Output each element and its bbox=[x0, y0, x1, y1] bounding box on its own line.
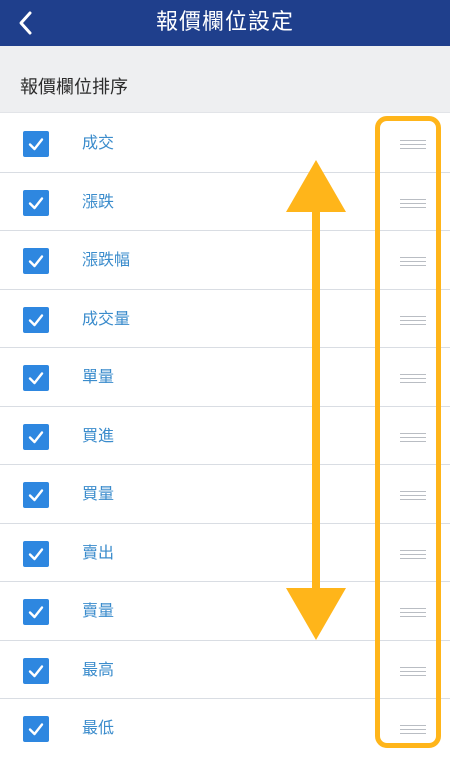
checkbox[interactable] bbox=[23, 131, 49, 157]
page-title: 報價欄位設定 bbox=[155, 10, 294, 35]
drag-handle-icon[interactable] bbox=[400, 607, 426, 617]
list-item[interactable]: 成交 bbox=[0, 114, 450, 173]
checkbox[interactable] bbox=[23, 248, 49, 274]
checkmark-icon bbox=[28, 430, 44, 443]
row-label: 成交量 bbox=[82, 308, 131, 328]
checkmark-icon bbox=[28, 606, 44, 619]
list-item[interactable]: 漲跌 bbox=[0, 172, 450, 231]
checkbox[interactable] bbox=[23, 189, 49, 216]
row-label: 買量 bbox=[82, 484, 115, 503]
list-item[interactable]: 成交量 bbox=[0, 289, 450, 348]
drag-handle-icon[interactable] bbox=[400, 139, 426, 149]
row-label: 買進 bbox=[82, 425, 115, 445]
row-label: 漲跌幅 bbox=[82, 250, 131, 269]
checkbox[interactable] bbox=[23, 716, 49, 742]
checkbox[interactable] bbox=[23, 599, 49, 625]
drag-handle-icon[interactable] bbox=[400, 724, 426, 734]
checkbox[interactable] bbox=[23, 540, 49, 567]
list-item[interactable]: 賣量 bbox=[0, 582, 450, 641]
checkbox[interactable] bbox=[23, 423, 49, 450]
checkbox[interactable] bbox=[23, 657, 49, 684]
drag-handle-icon[interactable] bbox=[400, 432, 426, 442]
checkmark-icon bbox=[28, 372, 44, 385]
row-label: 漲跌 bbox=[82, 191, 115, 211]
drag-handle-icon[interactable] bbox=[400, 315, 426, 325]
app-header: 報價欄位設定 bbox=[0, 0, 450, 46]
checkmark-icon bbox=[28, 196, 44, 209]
list-item[interactable]: 最低 bbox=[0, 699, 450, 758]
checkmark-icon bbox=[28, 664, 44, 677]
drag-handle-icon[interactable] bbox=[400, 666, 426, 676]
list-item[interactable]: 買量 bbox=[0, 465, 450, 524]
row-label: 單量 bbox=[82, 367, 115, 386]
row-label: 最低 bbox=[82, 718, 115, 737]
column-list: 成交漲跌漲跌幅成交量單量買進買量賣出賣量最高最低 bbox=[0, 114, 450, 758]
drag-handle-icon[interactable] bbox=[400, 373, 426, 383]
list-item[interactable]: 買進 bbox=[0, 406, 450, 465]
checkmark-icon bbox=[28, 138, 44, 151]
drag-handle-icon[interactable] bbox=[400, 490, 426, 500]
checkmark-icon bbox=[28, 547, 44, 560]
checkmark-icon bbox=[28, 255, 44, 268]
checkmark-icon bbox=[28, 489, 44, 502]
row-label: 賣量 bbox=[82, 601, 115, 620]
row-label: 最高 bbox=[82, 659, 115, 679]
drag-handle-icon[interactable] bbox=[400, 256, 426, 266]
checkbox[interactable] bbox=[23, 365, 49, 391]
list-item[interactable]: 漲跌幅 bbox=[0, 231, 450, 290]
row-label: 成交 bbox=[82, 133, 115, 152]
section-header: 報價欄位排序 bbox=[0, 46, 450, 113]
list-item[interactable]: 賣出 bbox=[0, 523, 450, 582]
checkbox[interactable] bbox=[23, 306, 49, 333]
drag-handle-icon[interactable] bbox=[400, 549, 426, 559]
list-item[interactable]: 最高 bbox=[0, 640, 450, 699]
row-label: 賣出 bbox=[82, 542, 115, 562]
list-item[interactable]: 單量 bbox=[0, 348, 450, 407]
checkmark-icon bbox=[28, 313, 44, 326]
section-title: 報價欄位排序 bbox=[20, 77, 128, 98]
drag-handle-icon[interactable] bbox=[400, 198, 426, 208]
checkmark-icon bbox=[28, 723, 44, 736]
checkbox[interactable] bbox=[23, 482, 49, 508]
